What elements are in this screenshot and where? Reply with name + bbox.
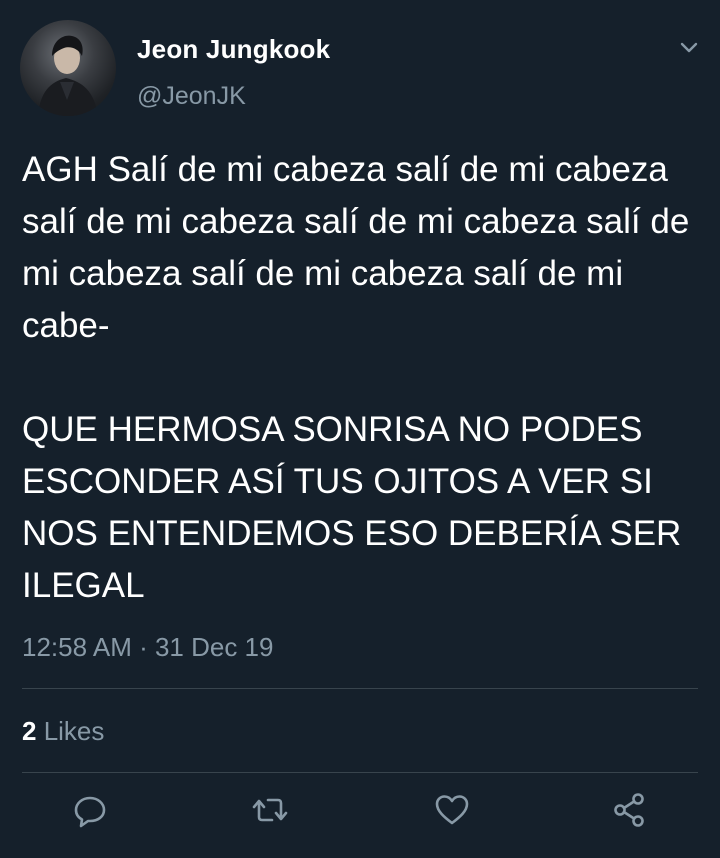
tweet-timestamp[interactable]: 12:58 AM · 31 Dec 19: [22, 632, 273, 663]
author-handle[interactable]: @JeonJK: [137, 82, 246, 111]
share-icon: [614, 793, 644, 827]
avatar[interactable]: [20, 20, 116, 116]
tweet-header: Jeon Jungkook @JeonJK: [0, 0, 720, 130]
avatar-image: [38, 35, 98, 116]
tweet-text: AGH Salí de mi cabeza salí de mi cabeza …: [22, 150, 690, 605]
divider: [22, 772, 698, 773]
reply-icon: [74, 796, 106, 828]
reply-button[interactable]: [70, 790, 110, 830]
retweet-button[interactable]: [250, 790, 290, 830]
tweet-actions: [0, 790, 720, 840]
heart-icon: [435, 795, 469, 825]
retweet-icon: [252, 798, 288, 822]
share-button[interactable]: [610, 790, 650, 830]
divider: [22, 688, 698, 689]
likes-stat[interactable]: 2 Likes: [22, 716, 104, 747]
chevron-down-icon[interactable]: [676, 34, 702, 60]
author-name[interactable]: Jeon Jungkook: [137, 34, 330, 65]
likes-label: Likes: [36, 716, 105, 746]
likes-count: 2: [22, 716, 37, 746]
like-button[interactable]: [432, 790, 472, 830]
